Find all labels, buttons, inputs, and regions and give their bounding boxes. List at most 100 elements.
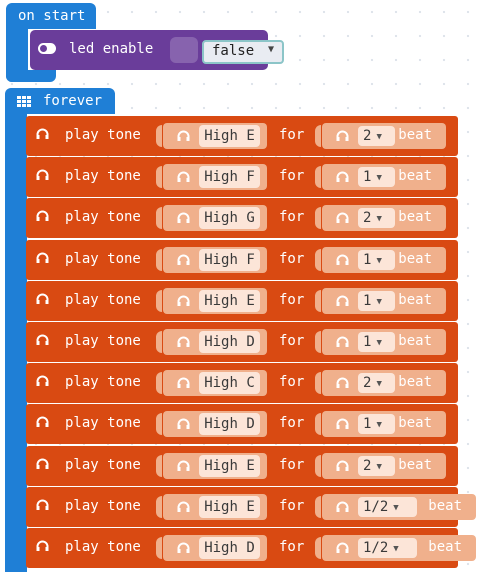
note-input[interactable]: High E: [163, 287, 267, 314]
beat-dropdown[interactable]: 1 ▼: [358, 414, 395, 435]
note-input[interactable]: High D: [163, 411, 267, 438]
headphones-icon: [336, 254, 349, 266]
note-value[interactable]: High E: [199, 495, 260, 518]
note-value[interactable]: High D: [199, 536, 260, 559]
headphones-icon: [336, 295, 349, 307]
for-label: for: [279, 127, 305, 143]
note-input[interactable]: High E: [163, 493, 267, 520]
beat-input[interactable]: 2 ▼ beat: [322, 370, 446, 397]
beat-input[interactable]: 2 ▼ beat: [322, 123, 446, 149]
beat-label: beat: [398, 127, 432, 143]
forever-block[interactable]: forever: [5, 88, 115, 114]
headphones-icon: [36, 375, 49, 387]
on-start-foot: [6, 70, 56, 82]
dropdown-caret-icon: ▼: [376, 337, 382, 348]
headphones-icon: [36, 252, 49, 264]
note-value[interactable]: High E: [199, 125, 260, 147]
beat-dropdown[interactable]: 1 ▼: [358, 167, 395, 188]
beat-input[interactable]: 2 ▼ beat: [322, 205, 446, 232]
dropdown-caret-icon: ▼: [376, 296, 382, 307]
beat-dropdown[interactable]: 1 ▼: [358, 331, 395, 352]
beat-input[interactable]: 1/2 ▼ beat: [322, 534, 476, 561]
play-tone-block[interactable]: play tone High Ffor 1 ▼ beat: [26, 157, 458, 198]
note-input[interactable]: High F: [163, 246, 267, 273]
play-tone-block[interactable]: play tone High Ffor 1 ▼ beat: [26, 239, 458, 280]
beat-dropdown[interactable]: 1/2 ▼: [358, 537, 417, 558]
beat-input[interactable]: 1 ▼ beat: [322, 328, 446, 355]
beat-slot-cap: [315, 454, 321, 477]
led-enable-block[interactable]: led enable false ▼: [30, 30, 284, 70]
on-start-label: on start: [18, 8, 86, 24]
for-label: for: [279, 250, 305, 267]
beat-value: 1: [363, 169, 372, 186]
beat-slot-cap: [315, 207, 321, 230]
headphones-icon: [36, 416, 49, 428]
beat-label: beat: [398, 250, 432, 267]
beat-input[interactable]: 1 ▼ beat: [322, 246, 446, 273]
play-tone-block[interactable]: play tone High Efor 2 ▼ beat: [26, 116, 458, 156]
beat-value: 1/2: [363, 498, 389, 515]
headphones-icon: [177, 418, 190, 430]
beat-dropdown[interactable]: 2 ▼: [358, 373, 395, 394]
beat-dropdown[interactable]: 1 ▼: [358, 290, 395, 311]
play-tone-block[interactable]: play tone High Dfor 1 ▼ beat: [26, 404, 458, 445]
beat-label: beat: [398, 168, 432, 185]
headphones-icon: [336, 171, 349, 183]
dropdown-caret-icon: ▼: [393, 502, 399, 513]
headphones-icon: [177, 130, 190, 142]
beat-value: 1: [363, 416, 372, 433]
play-tone-block[interactable]: play tone High Efor 2 ▼ beat: [26, 445, 458, 486]
headphones-icon: [177, 254, 190, 266]
beat-value: 2: [363, 457, 372, 474]
headphones-icon: [36, 128, 49, 140]
beat-value: 1/2: [363, 539, 389, 556]
note-value[interactable]: High D: [199, 413, 260, 436]
beat-label: beat: [428, 497, 462, 514]
beat-input[interactable]: 1 ▼ beat: [322, 411, 446, 438]
play-tone-label: play tone: [65, 415, 141, 432]
beat-dropdown[interactable]: 2 ▼: [358, 455, 395, 476]
beat-value: 2: [363, 128, 372, 144]
play-tone-block[interactable]: play tone High Efor 1 ▼ beat: [26, 280, 458, 321]
headphones-icon: [177, 542, 190, 554]
beat-input[interactable]: 2 ▼ beat: [322, 452, 446, 479]
headphones-icon: [177, 336, 190, 348]
dropdown-caret-icon: ▼: [376, 214, 382, 225]
note-slot-cap: [156, 372, 162, 395]
dropdown-caret-icon: ▼: [376, 132, 382, 142]
note-value[interactable]: High E: [199, 454, 260, 477]
note-value[interactable]: High D: [199, 330, 260, 353]
headphones-icon: [36, 210, 49, 222]
beat-dropdown[interactable]: 2 ▼: [358, 208, 395, 229]
note-input[interactable]: High E: [163, 452, 267, 479]
beat-dropdown[interactable]: 2 ▼: [358, 126, 395, 146]
note-value[interactable]: High C: [199, 372, 260, 395]
note-input[interactable]: High D: [163, 534, 267, 561]
play-tone-block[interactable]: play tone High Dfor 1 ▼ beat: [26, 321, 458, 362]
headphones-icon: [36, 334, 49, 346]
note-value[interactable]: High E: [199, 289, 260, 312]
play-tone-block[interactable]: play tone High D for 1/2 ▼ beat: [26, 527, 476, 568]
note-value[interactable]: High F: [199, 248, 260, 271]
beat-input[interactable]: 1 ▼ beat: [322, 287, 446, 314]
note-value[interactable]: High G: [199, 207, 260, 230]
beat-dropdown[interactable]: 1 ▼: [358, 249, 395, 270]
beat-input[interactable]: 1 ▼ beat: [322, 164, 446, 191]
note-input[interactable]: High C: [163, 370, 267, 397]
for-label: for: [279, 209, 305, 226]
beat-label: beat: [398, 291, 432, 308]
led-enable-dropdown[interactable]: false ▼: [202, 40, 284, 64]
led-enable-value: false: [212, 43, 255, 59]
play-tone-block[interactable]: play tone High E for 1/2 ▼ beat: [26, 486, 476, 527]
note-value[interactable]: High F: [199, 166, 260, 189]
beat-label: beat: [398, 374, 432, 391]
note-input[interactable]: High D: [163, 328, 267, 355]
note-input[interactable]: High E: [163, 123, 267, 149]
beat-dropdown[interactable]: 1/2 ▼: [358, 496, 417, 517]
beat-input[interactable]: 1/2 ▼ beat: [322, 493, 476, 520]
note-input[interactable]: High G: [163, 205, 267, 232]
for-label: for: [279, 538, 305, 555]
note-input[interactable]: High F: [163, 164, 267, 191]
play-tone-block[interactable]: play tone High Gfor 2 ▼ beat: [26, 198, 458, 239]
play-tone-block[interactable]: play tone High Cfor 2 ▼ beat: [26, 363, 458, 404]
